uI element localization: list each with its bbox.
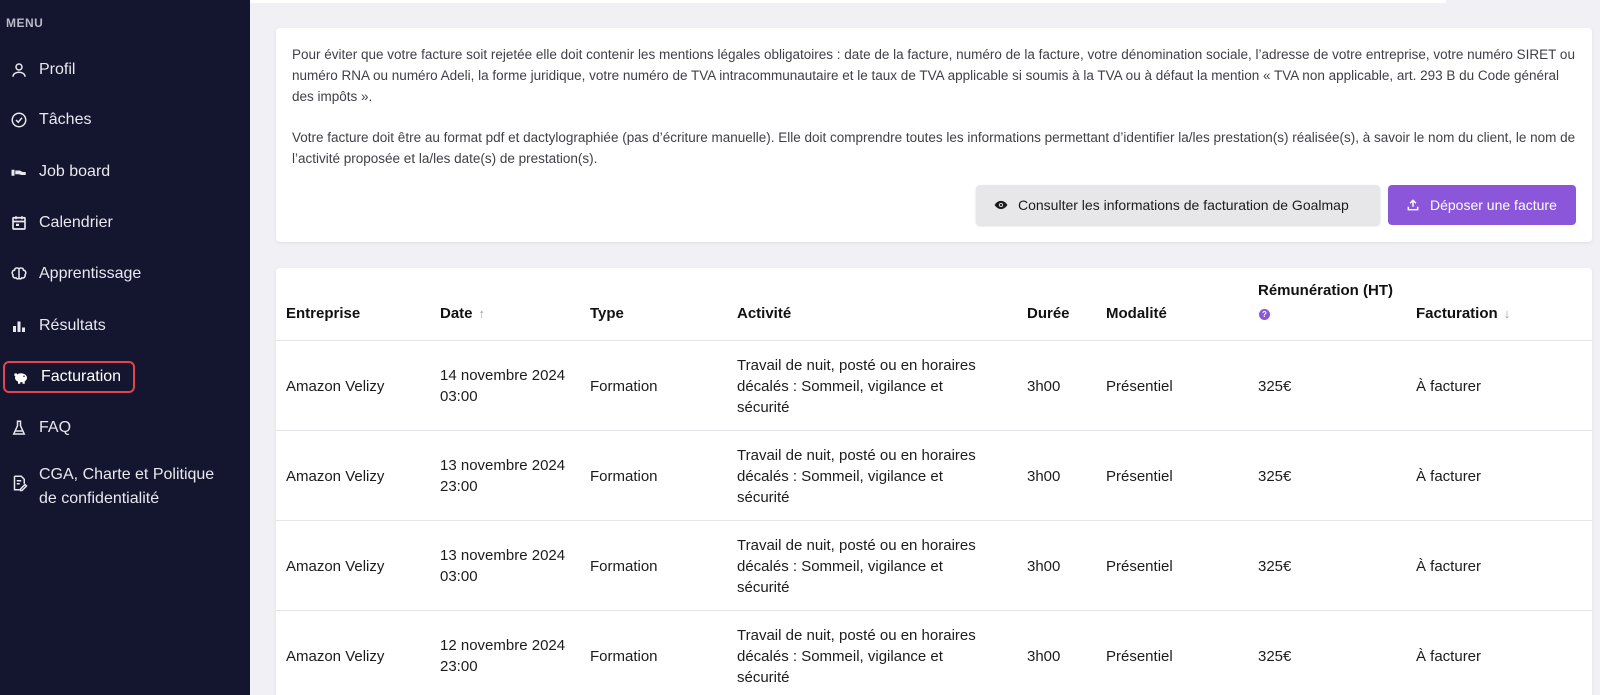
column-header-duree[interactable]: Durée [1027, 305, 1070, 322]
header-label: Rémunération (HT) [1258, 282, 1393, 299]
sidebar-item-label: Apprentissage [39, 265, 142, 282]
upload-invoice-label: Déposer une facture [1430, 197, 1557, 213]
consult-billing-info-button[interactable]: Consulter les informations de facturatio… [976, 185, 1380, 225]
cell-duree: 3h00 [1027, 648, 1061, 665]
cell-modalite: Présentiel [1106, 378, 1173, 395]
upload-invoice-button[interactable]: Déposer une facture [1388, 185, 1576, 225]
column-header-facturation[interactable]: Facturation ↓ [1416, 305, 1510, 322]
sidebar-item-facturation[interactable]: Facturation [3, 361, 135, 393]
header-label: Facturation [1416, 305, 1498, 322]
column-header-modalite[interactable]: Modalité [1106, 305, 1167, 322]
sort-arrow-up-icon[interactable]: ↑ [479, 306, 486, 321]
column-header-remuneration[interactable]: Rémunération (HT) [1258, 282, 1393, 299]
top-strip [250, 0, 1446, 3]
handshake-icon [6, 162, 32, 182]
sidebar-item-taches[interactable]: Tâches [6, 103, 236, 137]
sidebar-item-label-line2: de confidentialité [39, 490, 160, 507]
sidebar-item-label: Résultats [39, 317, 106, 334]
eye-icon [994, 200, 1008, 210]
cell-facturation: À facturer [1416, 468, 1482, 485]
header-label: Entreprise [286, 305, 361, 322]
cell-remuneration: 325€ [1258, 378, 1292, 395]
table-row[interactable]: Amazon Velizy 14 novembre 2024 03:00 Form… [276, 341, 1592, 431]
cell-modalite: Présentiel [1106, 648, 1173, 665]
cell-modalite: Présentiel [1106, 558, 1173, 575]
cell-type: Formation [590, 558, 658, 575]
sidebar-item-label: Facturation [41, 368, 122, 385]
header-label: Date [440, 305, 473, 322]
invoice-format-text: Votre facture doit être au format pdf et… [292, 130, 1576, 166]
cell-entreprise: Amazon Velizy [286, 648, 385, 665]
flask-icon [6, 418, 32, 438]
check-circle-icon [6, 110, 32, 130]
column-header-type[interactable]: Type [590, 305, 624, 322]
sort-arrow-down-icon[interactable]: ↓ [1504, 306, 1511, 321]
sidebar: MENU Profil Tâches Job board Calendrier … [0, 0, 250, 695]
sidebar-item-job-board[interactable]: Job board [6, 155, 236, 189]
cell-activite: Travail de nuit, posté ou en horaires déc… [737, 447, 976, 506]
column-header-date[interactable]: Date ↑ [440, 305, 485, 322]
cell-duree: 3h00 [1027, 378, 1061, 395]
consult-billing-info-label: Consulter les informations de facturatio… [1018, 197, 1349, 213]
cell-activite: Travail de nuit, posté ou en horaires déc… [737, 537, 976, 596]
cell-facturation: À facturer [1416, 378, 1482, 395]
piggy-bank-icon [8, 367, 34, 387]
cell-type: Formation [590, 468, 658, 485]
menu-label: MENU [6, 16, 44, 30]
cell-duree: 3h00 [1027, 468, 1061, 485]
sidebar-item-label: Calendrier [39, 214, 113, 231]
sidebar-item-resultats[interactable]: Résultats [6, 309, 236, 343]
cell-remuneration: 325€ [1258, 648, 1292, 665]
cell-date: 12 novembre 2024 23:00 [440, 637, 566, 675]
cell-activite: Travail de nuit, posté ou en horaires déc… [737, 357, 976, 416]
cell-entreprise: Amazon Velizy [286, 468, 385, 485]
sidebar-item-label: Job board [39, 163, 111, 180]
sidebar-item-label: CGA, Charte et Politique de confidential… [39, 463, 214, 511]
sidebar-item-apprentissage[interactable]: Apprentissage [6, 257, 236, 291]
cell-activite: Travail de nuit, posté ou en horaires déc… [737, 627, 976, 686]
document-edit-icon [6, 473, 32, 493]
cell-facturation: À facturer [1416, 648, 1482, 665]
header-label: Modalité [1106, 305, 1167, 322]
bar-chart-icon [6, 316, 32, 336]
upload-icon [1407, 199, 1419, 211]
cell-remuneration: 325€ [1258, 558, 1292, 575]
column-header-activite[interactable]: Activité [737, 305, 791, 322]
calendar-icon [6, 213, 32, 233]
cell-remuneration: 325€ [1258, 468, 1292, 485]
help-icon[interactable]: ? [1259, 309, 1270, 320]
cell-facturation: À facturer [1416, 558, 1482, 575]
legal-mentions-text: Pour éviter que votre facture soit rejet… [292, 47, 1575, 104]
cell-type: Formation [590, 378, 658, 395]
prestations-table: Entreprise Date ↑ Type Activité Durée Mod… [276, 268, 1592, 695]
table-row[interactable]: Amazon Velizy 13 novembre 2024 03:00 Form… [276, 521, 1592, 611]
cell-duree: 3h00 [1027, 558, 1061, 575]
user-icon [6, 60, 32, 80]
sidebar-item-label: FAQ [39, 419, 72, 436]
cell-date: 13 novembre 2024 03:00 [440, 547, 566, 585]
brain-icon [6, 264, 32, 284]
cell-entreprise: Amazon Velizy [286, 378, 385, 395]
sidebar-item-faq[interactable]: FAQ [6, 411, 236, 445]
sidebar-item-label: Tâches [39, 111, 92, 128]
header-label: Type [590, 305, 624, 322]
sidebar-item-label: Profil [39, 61, 76, 78]
header-label: Durée [1027, 305, 1070, 322]
invoice-info-card: Pour éviter que votre facture soit rejet… [276, 28, 1592, 242]
sidebar-item-cga[interactable]: CGA, Charte et Politique de confidential… [6, 463, 236, 515]
sidebar-item-label-line1: CGA, Charte et Politique [39, 466, 215, 483]
header-label: Activité [737, 305, 792, 322]
cell-type: Formation [590, 648, 658, 665]
cell-modalite: Présentiel [1106, 468, 1173, 485]
sidebar-item-calendrier[interactable]: Calendrier [6, 206, 236, 240]
cell-entreprise: Amazon Velizy [286, 558, 385, 575]
sidebar-item-profil[interactable]: Profil [6, 53, 236, 87]
table-row[interactable]: Amazon Velizy 13 novembre 2024 23:00 Form… [276, 431, 1592, 521]
cell-date: 14 novembre 2024 03:00 [440, 367, 566, 405]
column-header-entreprise[interactable]: Entreprise [286, 305, 360, 322]
cell-date: 13 novembre 2024 23:00 [440, 457, 566, 495]
table-row[interactable]: Amazon Velizy 12 novembre 2024 23:00 Form… [276, 611, 1592, 695]
